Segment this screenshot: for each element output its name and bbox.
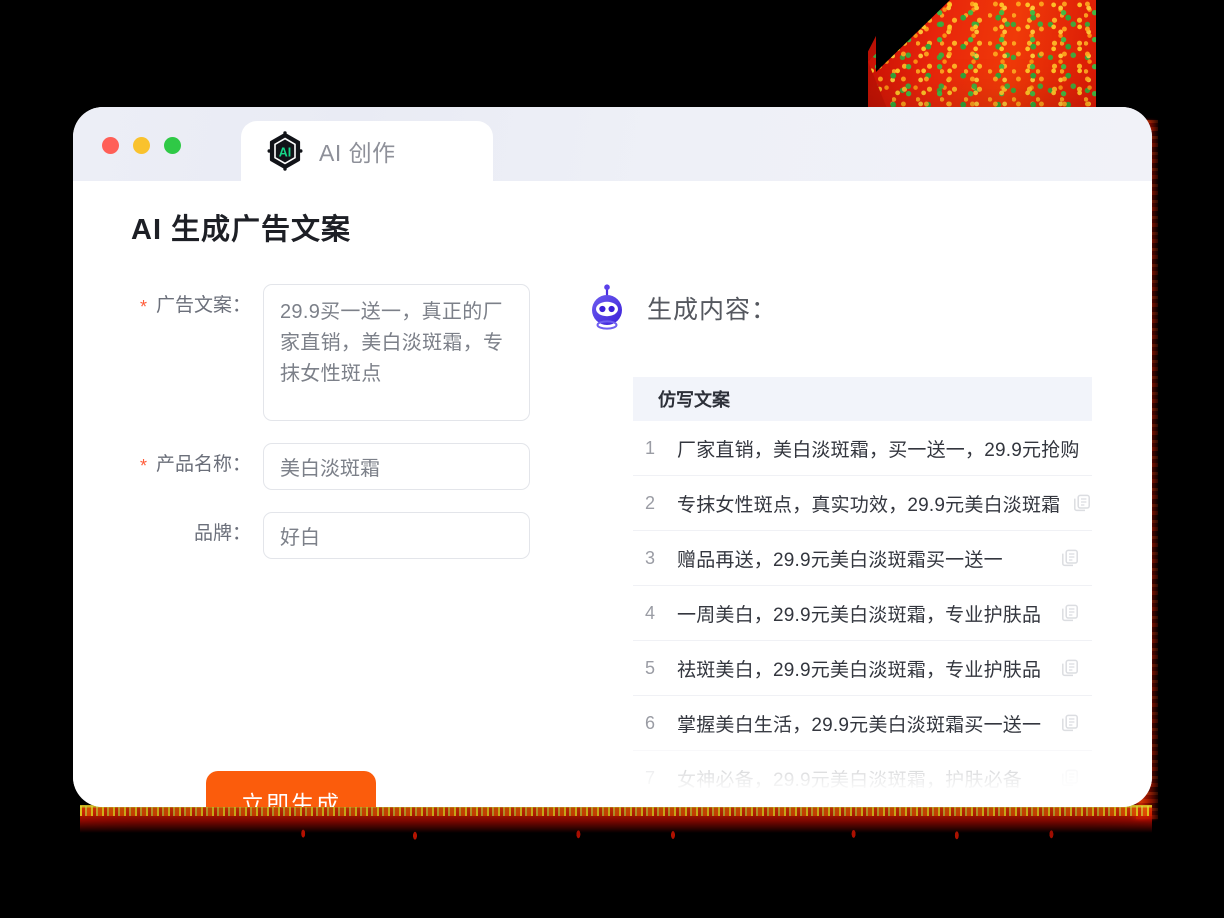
- copy-row-button[interactable]: [1048, 768, 1092, 788]
- result-pane: 生成内容： 仿写文案 1 厂家直销，美白淡斑霜，买一送一，29.9元抢购 2 专抹女性…: [573, 181, 1152, 807]
- copy-row-button[interactable]: [1048, 658, 1092, 678]
- table-column-header: 仿写文案: [633, 377, 1092, 421]
- svg-text:AI: AI: [279, 146, 292, 160]
- required-asterisk: *: [140, 456, 148, 476]
- product-name-input[interactable]: [263, 443, 530, 490]
- required-asterisk: *: [140, 297, 148, 317]
- ad-copy-form: * 广告文案： * 产品名称： 品牌：: [131, 284, 573, 559]
- generated-copy-table: 仿写文案 1 厂家直销，美白淡斑霜，买一送一，29.9元抢购 2 专抹女性斑点，真实功…: [633, 377, 1092, 792]
- result-title: 生成内容：: [647, 296, 778, 324]
- app-window: AI AI 创作 AI 生成广告文案 * 广告文案： 29.9买一送一，真正的厂…: [73, 107, 1152, 807]
- ad-copy-input[interactable]: [263, 284, 530, 421]
- decorative-glow-bottom-texture: [80, 806, 1152, 816]
- close-button[interactable]: [102, 137, 119, 154]
- window-titlebar: AI AI 创作: [73, 107, 1152, 181]
- traffic-lights: [102, 137, 181, 154]
- screenshot-stage: AI AI 创作 AI 生成广告文案 * 广告文案： 29.9买一送一，真正的厂…: [0, 0, 1224, 918]
- row-copy-text: 祛斑美白，29.9元美白淡斑霜，专业护肤品: [677, 659, 1042, 681]
- form-row-brand: 品牌：: [131, 512, 573, 559]
- form-pane: AI 生成广告文案 * 广告文案： * 产品名称：: [73, 181, 573, 807]
- row-copy-text: 女神必备，29.9元美白淡斑霜，护肤必备: [677, 769, 1022, 791]
- robot-head-icon: [592, 284, 622, 330]
- brand-label-text: 品牌：: [193, 523, 251, 544]
- brand-input[interactable]: [263, 512, 530, 559]
- row-copy-text: 专抹女性斑点，真实功效，29.9元美白淡斑霜: [677, 494, 1061, 516]
- maximize-button[interactable]: [164, 137, 181, 154]
- copy-row-button[interactable]: [1048, 548, 1092, 568]
- row-copy-text: 掌握美白生活，29.9元美白淡斑霜买一送一: [677, 714, 1042, 736]
- row-copy-text: 赠品再送，29.9元美白淡斑霜买一送一: [677, 549, 1003, 571]
- copy-row-button[interactable]: [1048, 603, 1092, 623]
- decorative-texture-graphic: [868, 0, 1096, 112]
- form-row-product-name: * 产品名称：: [131, 443, 573, 490]
- table-row[interactable]: 5 祛斑美白，29.9元美白淡斑霜，专业护肤品: [633, 641, 1092, 696]
- ad-copy-label-text: 广告文案：: [155, 295, 251, 316]
- product-name-label-text: 产品名称：: [155, 454, 251, 475]
- table-row[interactable]: 1 厂家直销，美白淡斑霜，买一送一，29.9元抢购: [633, 421, 1092, 476]
- copy-row-button[interactable]: [1080, 438, 1092, 458]
- table-row[interactable]: 7 女神必备，29.9元美白淡斑霜，护肤必备: [633, 751, 1092, 792]
- row-copy-text: 一周美白，29.9元美白淡斑霜，专业护肤品: [677, 604, 1042, 626]
- window-body: AI 生成广告文案 * 广告文案： * 产品名称：: [73, 181, 1152, 807]
- row-index: 7: [645, 767, 656, 788]
- decorative-glow-dots: [200, 828, 1060, 842]
- table-row[interactable]: 3 赠品再送，29.9元美白淡斑霜买一送一: [633, 531, 1092, 586]
- generate-button[interactable]: 立即生成: [206, 771, 376, 807]
- copy-row-button[interactable]: [1060, 493, 1092, 513]
- table-row[interactable]: 6 掌握美白生活，29.9元美白淡斑霜买一送一: [633, 696, 1092, 751]
- product-name-label: * 产品名称：: [131, 443, 263, 477]
- row-index: 3: [645, 547, 656, 568]
- minimize-button[interactable]: [133, 137, 150, 154]
- row-index: 5: [645, 657, 656, 678]
- row-index: 2: [645, 492, 656, 513]
- tab-label: AI 创作: [319, 140, 396, 166]
- table-row[interactable]: 2 专抹女性斑点，真实功效，29.9元美白淡斑霜: [633, 476, 1092, 531]
- table-row[interactable]: 4 一周美白，29.9元美白淡斑霜，专业护肤品: [633, 586, 1092, 641]
- row-index: 1: [645, 437, 656, 458]
- result-header: 生成内容：: [585, 284, 1152, 332]
- form-row-ad-copy: * 广告文案：: [131, 284, 573, 421]
- ad-copy-label: * 广告文案：: [131, 284, 263, 318]
- ai-hexagon-icon: AI: [267, 131, 303, 171]
- brand-label: 品牌：: [131, 512, 263, 546]
- row-index: 6: [645, 712, 656, 733]
- tab-ai-creation[interactable]: AI AI 创作: [241, 121, 493, 181]
- copy-row-button[interactable]: [1048, 713, 1092, 733]
- row-index: 4: [645, 602, 656, 623]
- row-copy-text: 厂家直销，美白淡斑霜，买一送一，29.9元抢购: [677, 439, 1080, 461]
- page-title: AI 生成广告文案: [131, 214, 352, 246]
- table-body: 1 厂家直销，美白淡斑霜，买一送一，29.9元抢购 2 专抹女性斑点，真实功效，29.…: [633, 421, 1092, 792]
